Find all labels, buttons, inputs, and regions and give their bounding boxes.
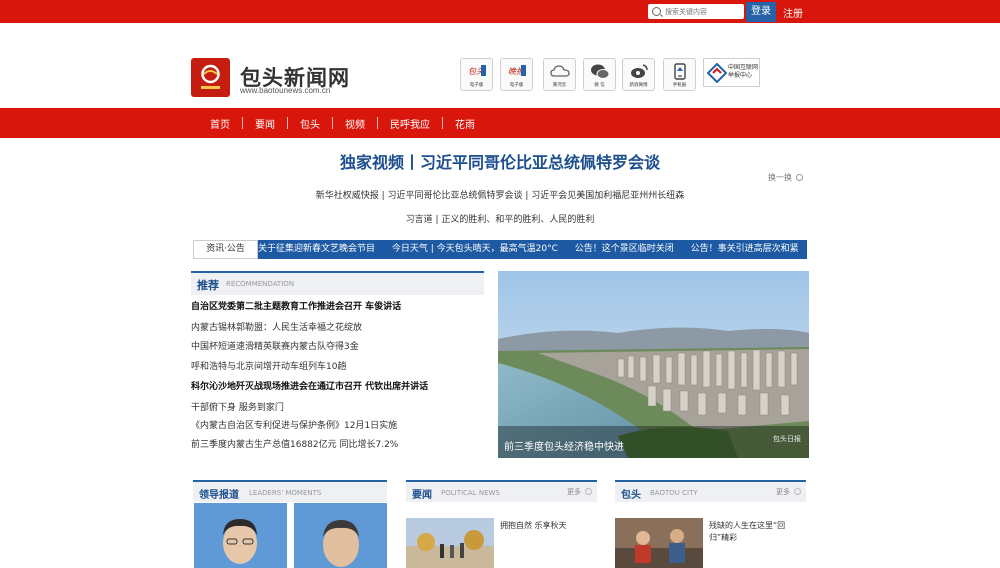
report-center-caption: 中国互联网 举报中心 [728, 64, 758, 80]
wechat-link[interactable]: 微 信 [583, 58, 616, 91]
people-scene-image [615, 518, 703, 568]
news-thumb[interactable] [406, 518, 494, 568]
icon-caption: 手机报 [672, 82, 687, 88]
leaders-panel-title: 领导报道 [199, 490, 239, 501]
baotou-item-title[interactable]: 残缺的人生在这里“回归”精彩 [709, 520, 805, 544]
nav-item-video[interactable]: 视频 [333, 116, 377, 131]
top-headline[interactable]: 独家视频丨习近平同哥伦比亚总统佩特罗会谈 [0, 149, 1000, 173]
news-panel-title: 要闻 [412, 490, 432, 501]
report-center-line2: 举报中心 [728, 72, 753, 79]
leader-photo-1[interactable] [194, 503, 287, 568]
nav-item-baotou[interactable]: 包头 [288, 116, 332, 131]
mobile-icon [673, 63, 686, 80]
hero-photo[interactable]: 前三季度包头经济稳中快进 包头日报 [498, 271, 809, 458]
baotou-panel-header: 包头 BAOTOU CITY 更多 [615, 480, 806, 502]
baotou-thumb[interactable] [615, 518, 703, 568]
baotou-evening-epaper-icon: 晚报 [508, 65, 526, 76]
baotou-panel-title-en: BAOTOU CITY [650, 489, 698, 497]
list-item[interactable]: 内蒙古锡林郭勒盟：人民生活幸福之花绽放 [191, 320, 362, 333]
ticker-item[interactable]: 今日天气 | 今天包头晴天，最高气温20°C [392, 244, 558, 254]
list-item[interactable]: 《内蒙古自治区专利促进与保护条例》12月1日实施 [191, 418, 397, 431]
leader-portrait-image [294, 503, 387, 568]
wechat-icon [590, 64, 609, 79]
baotou-panel-title: 包头 [621, 490, 641, 501]
city-aerial-image [498, 271, 809, 458]
news-more-link[interactable]: 更多 [567, 487, 581, 497]
hero-watermark: 包头日报 [773, 435, 801, 443]
news-item-title[interactable]: 拥抱自然 乐享秋天 [500, 520, 596, 532]
search-input[interactable] [665, 7, 741, 16]
nav-item-news[interactable]: 要闻 [243, 116, 287, 131]
site-url: www.baotounews.com.cn [240, 86, 331, 95]
refresh-label: 换一换 [768, 173, 792, 182]
leader-photo-2[interactable] [294, 503, 387, 568]
hero-caption[interactable]: 前三季度包头经济稳中快进 [504, 438, 624, 453]
recommend-title-en: RECOMMENDATION [226, 280, 295, 288]
nav-item-home[interactable]: 首页 [198, 116, 242, 131]
report-center-line1: 中国互联网 [728, 64, 759, 71]
search-icon[interactable] [652, 7, 661, 16]
refresh-button[interactable]: 换一换 [768, 172, 803, 183]
baotou-daily-epaper-icon: 包头 [468, 65, 486, 76]
mobile-news-link[interactable]: 手机报 [663, 58, 696, 91]
login-button[interactable]: 登录 [746, 2, 776, 22]
news-panel-header: 要闻 POLITICAL NEWS 更多 [406, 480, 597, 502]
report-center-icon [707, 63, 727, 83]
headline-links-2[interactable]: 习言道 | 正义的胜利、和平的胜利、人民的胜利 [0, 212, 1000, 225]
weibo-link[interactable]: 新浪微博 [622, 58, 655, 91]
leaders-panel-title-en: LEADERS' MOMENTS [249, 489, 322, 497]
icon-caption: 黄河云 [552, 82, 567, 88]
ticker-item[interactable]: 公告！事关引进高层次和紧 [691, 244, 799, 254]
list-item[interactable]: 前三季度内蒙古生产总值16882亿元 同比增长7.2% [191, 437, 398, 450]
ticker-strip: 关于征集迎新春文艺晚会节目 今日天气 | 今天包头晴天，最高气温20°C 公告！… [258, 240, 807, 259]
main-nav: 首页 要闻 包头 视频 民呼我应 花雨 [0, 108, 1000, 138]
baotou-daily-epaper-link[interactable]: 包头 电子版 [460, 58, 493, 91]
baotou-more-link[interactable]: 更多 [776, 487, 790, 497]
leaders-panel-header: 领导报道 LEADERS' MOMENTS [193, 480, 387, 502]
logo-emblem-icon [201, 64, 220, 89]
autumn-scene-image [406, 518, 494, 568]
news-panel-title-en: POLITICAL NEWS [441, 489, 500, 497]
icon-caption: 电子版 [509, 82, 524, 88]
icon-caption: 微 信 [594, 82, 605, 88]
list-item[interactable]: 科尔沁沙地歼灭战现场推进会在通辽市召开 代钦出席并讲话 [191, 379, 428, 392]
icon-caption: 电子版 [469, 82, 484, 88]
ticker-label: 资讯·公告 [193, 240, 258, 259]
ticker-item[interactable]: 关于征集迎新春文艺晚会节目 [258, 244, 375, 254]
list-item[interactable]: 自治区党委第二批主题教育工作推进会召开 车俊讲话 [191, 299, 401, 312]
recommend-title: 推荐 [197, 279, 219, 292]
cloud-icon [549, 65, 570, 77]
more-icon [585, 488, 592, 495]
weibo-icon [630, 64, 648, 78]
leader-portrait-image [194, 503, 287, 568]
ticker-item[interactable]: 公告！这个景区临时关闭 [575, 244, 674, 254]
baotou-evening-epaper-link[interactable]: 晚报 电子版 [500, 58, 533, 91]
search-box[interactable] [648, 4, 744, 19]
nav-item-public-voice[interactable]: 民呼我应 [378, 116, 442, 131]
list-item[interactable]: 干部俯下身 服务到家门 [191, 400, 284, 413]
icon-caption: 新浪微博 [629, 82, 648, 88]
more-icon [794, 488, 801, 495]
refresh-icon [796, 174, 803, 181]
list-item[interactable]: 中国杯短道速滑精英联赛内蒙古队夺得3金 [191, 339, 359, 352]
site-logo[interactable] [191, 58, 230, 97]
nav-item-huayu[interactable]: 花雨 [443, 116, 487, 131]
yellow-river-cloud-link[interactable]: 黄河云 [543, 58, 576, 91]
report-center-link[interactable]: 中国互联网 举报中心 [703, 58, 760, 87]
top-bar: 登录 注册 [0, 0, 1000, 23]
recommend-header: 推荐 RECOMMENDATION [191, 271, 484, 295]
announcement-ticker: 资讯·公告 关于征集迎新春文艺晚会节目 今日天气 | 今天包头晴天，最高气温20… [193, 240, 807, 259]
headline-links-1[interactable]: 新华社权威快报 | 习近平同哥伦比亚总统佩特罗会谈 | 习近平会见美国加利福尼亚… [0, 188, 1000, 201]
list-item[interactable]: 呼和浩特与北京间增开动车组列车10趟 [191, 359, 346, 372]
register-link[interactable]: 注册 [783, 5, 803, 20]
